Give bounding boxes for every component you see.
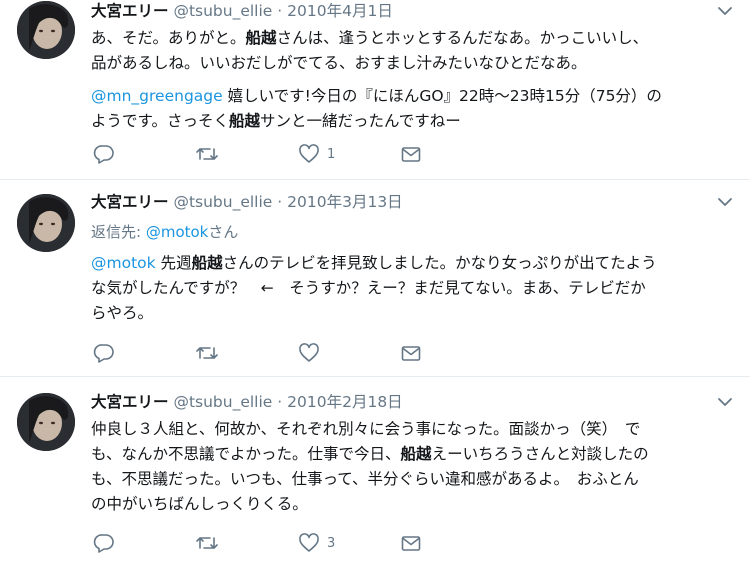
tweet[interactable]: 大宮エリー @tsubu_ellie · 2010年2月18日 仲良し３人組と、… [0, 377, 750, 570]
reply-to-line: 返信先: @motokさん [91, 223, 239, 241]
tweet-header: 大宮エリー @tsubu_ellie · 2010年4月1日 [91, 0, 736, 22]
retweet-button[interactable] [195, 532, 219, 554]
message-button[interactable] [400, 342, 422, 364]
message-icon [400, 342, 422, 364]
text-line: も、なんか不思議でよかった。仕事で今日、船越えーいちろうさんと対談したの [91, 445, 649, 463]
tweet-text: 仲良し３人組と、何故か、それぞれ別々に会う事になった。面談かっ（笑） で も、な… [91, 417, 736, 517]
reply-icon [93, 143, 115, 165]
avatar[interactable] [17, 393, 75, 451]
like-count: 3 [327, 535, 336, 551]
like-count: 1 [327, 146, 336, 162]
user-handle[interactable]: @tsubu_ellie [173, 193, 272, 211]
retweet-button[interactable] [195, 342, 219, 364]
text-line: な気がしたんですが？ ← そうすか？えー？まだ見てない。まあ、テレビだか [91, 279, 646, 297]
tweet[interactable]: 大宮エリー @tsubu_ellie · 2010年3月13日 返信先: @mo… [0, 180, 750, 377]
text-line: の中がいちばんしっくりくる。 [91, 495, 308, 513]
text-line: らやろ。 [91, 304, 154, 322]
text-line: も、不思議だった。いつも、仕事って、半分ぐらい違和感があるよ。 おふとん [91, 470, 639, 488]
separator: · [277, 193, 283, 211]
text-line: あ、そだ。ありがと。船越さんは、逢うとホッとするんだなあ。かっこいいし、 [91, 29, 649, 47]
like-button[interactable]: 3 [298, 532, 335, 554]
retweet-icon [195, 143, 219, 165]
tweet-text: あ、そだ。ありがと。船越さんは、逢うとホッとするんだなあ。かっこいいし、 品があ… [91, 26, 736, 134]
user-name[interactable]: 大宮エリー [91, 393, 169, 411]
tweet-date[interactable]: 2010年4月1日 [287, 2, 393, 20]
reply-icon [93, 532, 115, 554]
reply-button[interactable] [93, 143, 122, 165]
text-line: @mn_greengage 嬉しいです!今日の『にほんGO』22時〜23時15分… [91, 87, 662, 105]
mention-link[interactable]: @motok [91, 254, 156, 272]
user-name[interactable]: 大宮エリー [91, 2, 169, 20]
tweet-date[interactable]: 2010年2月18日 [287, 393, 403, 411]
reply-icon [93, 342, 115, 364]
user-name[interactable]: 大宮エリー [91, 193, 169, 211]
separator: · [277, 393, 283, 411]
reply-to-link[interactable]: @motok [146, 223, 209, 241]
user-handle[interactable]: @tsubu_ellie [173, 393, 272, 411]
like-icon [298, 532, 320, 554]
tweet-header: 大宮エリー @tsubu_ellie · 2010年2月18日 [91, 391, 736, 413]
avatar[interactable] [17, 194, 75, 252]
message-button[interactable] [400, 532, 422, 554]
chevron-down-icon[interactable] [714, 391, 736, 413]
tweet[interactable]: 大宮エリー @tsubu_ellie · 2010年4月1日 あ、そだ。ありがと… [0, 0, 750, 180]
like-icon [298, 143, 320, 165]
message-icon [400, 143, 422, 165]
text-line: @motok 先週船越さんのテレビを拝見致しました。かなり女っぷりが出てたよう [91, 254, 657, 272]
reply-button[interactable] [93, 342, 115, 364]
like-button[interactable] [298, 342, 320, 364]
retweet-button[interactable] [195, 143, 226, 165]
tweet-text: @motok 先週船越さんのテレビを拝見致しました。かなり女っぷりが出てたよう … [91, 251, 736, 326]
text-line: 仲良し３人組と、何故か、それぞれ別々に会う事になった。面談かっ（笑） で [91, 420, 641, 438]
tweet-date[interactable]: 2010年3月13日 [287, 193, 403, 211]
message-button[interactable] [400, 143, 422, 165]
tweet-header: 大宮エリー @tsubu_ellie · 2010年3月13日 [91, 191, 736, 213]
message-icon [400, 532, 422, 554]
text-line: ようです。さっそく船越サンと一緒だったんですねー [91, 112, 461, 130]
avatar[interactable] [17, 1, 75, 59]
chevron-down-icon[interactable] [714, 191, 736, 213]
user-handle[interactable]: @tsubu_ellie [173, 2, 272, 20]
retweet-icon [195, 342, 219, 364]
chevron-down-icon[interactable] [714, 0, 736, 22]
like-button[interactable]: 1 [298, 143, 335, 165]
like-icon [298, 342, 320, 364]
text-line: 品があるしね。いいおだしがでてる、おすまし汁みたいなひとだなあ。 [91, 54, 587, 72]
mention-link[interactable]: @mn_greengage [91, 87, 223, 105]
retweet-icon [195, 532, 219, 554]
reply-button[interactable] [93, 532, 115, 554]
separator: · [277, 2, 283, 20]
